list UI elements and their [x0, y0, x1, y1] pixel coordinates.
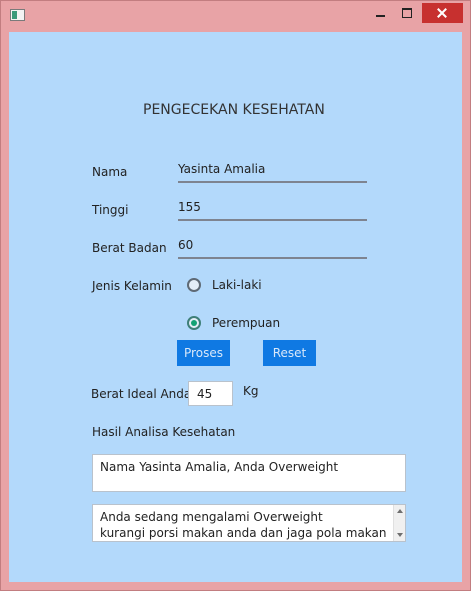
result-text: Nama Yasinta Amalia, Anda Overweight	[100, 460, 339, 474]
tinggi-field[interactable]: 155	[178, 199, 367, 221]
result-textarea[interactable]: Nama Yasinta Amalia, Anda Overweight	[92, 454, 406, 492]
minimize-button[interactable]	[366, 3, 394, 23]
advice-line: Anda sedang mengalami Overweight	[100, 510, 323, 524]
nama-field[interactable]: Yasinta Amalia	[178, 161, 367, 183]
nama-label: Nama	[92, 165, 128, 179]
tinggi-label: Tinggi	[92, 203, 129, 217]
scroll-up-arrow-icon[interactable]	[397, 509, 403, 513]
proses-button[interactable]: Proses	[177, 340, 230, 366]
berat-badan-field[interactable]: 60	[178, 237, 367, 259]
app-window: PENGECEKAN KESEHATAN Nama Yasinta Amalia…	[0, 0, 471, 591]
form-panel: PENGECEKAN KESEHATAN Nama Yasinta Amalia…	[9, 32, 462, 582]
title-bar[interactable]	[1, 1, 470, 31]
radio-laki-laki-label[interactable]: Laki-laki	[212, 278, 262, 292]
unit-label: Kg	[243, 384, 259, 398]
berat-ideal-value: 45	[197, 387, 213, 401]
berat-badan-label: Berat Badan	[92, 241, 167, 255]
scroll-down-arrow-icon[interactable]	[397, 533, 403, 537]
radio-laki-laki[interactable]	[187, 278, 201, 292]
berat-badan-value: 60	[178, 238, 194, 252]
jenis-kelamin-label: Jenis Kelamin	[92, 279, 172, 293]
tinggi-value: 155	[178, 200, 201, 214]
hasil-analisa-label: Hasil Analisa Kesehatan	[92, 425, 236, 439]
berat-ideal-field[interactable]: 45	[188, 381, 233, 406]
page-title: PENGECEKAN KESEHATAN	[143, 102, 325, 118]
maximize-button[interactable]	[393, 3, 421, 23]
vertical-scrollbar[interactable]	[393, 505, 405, 541]
radio-perempuan[interactable]	[187, 316, 201, 330]
advice-line: kurangi porsi makan anda dan jaga pola m…	[100, 526, 387, 540]
advice-textarea[interactable]: Anda sedang mengalami Overweight kurangi…	[92, 504, 406, 542]
berat-ideal-label: Berat Ideal Anda	[91, 387, 192, 401]
nama-value: Yasinta Amalia	[178, 162, 266, 176]
close-button[interactable]	[422, 3, 463, 23]
radio-perempuan-label[interactable]: Perempuan	[212, 316, 280, 330]
reset-button[interactable]: Reset	[263, 340, 316, 366]
app-icon	[10, 9, 25, 21]
